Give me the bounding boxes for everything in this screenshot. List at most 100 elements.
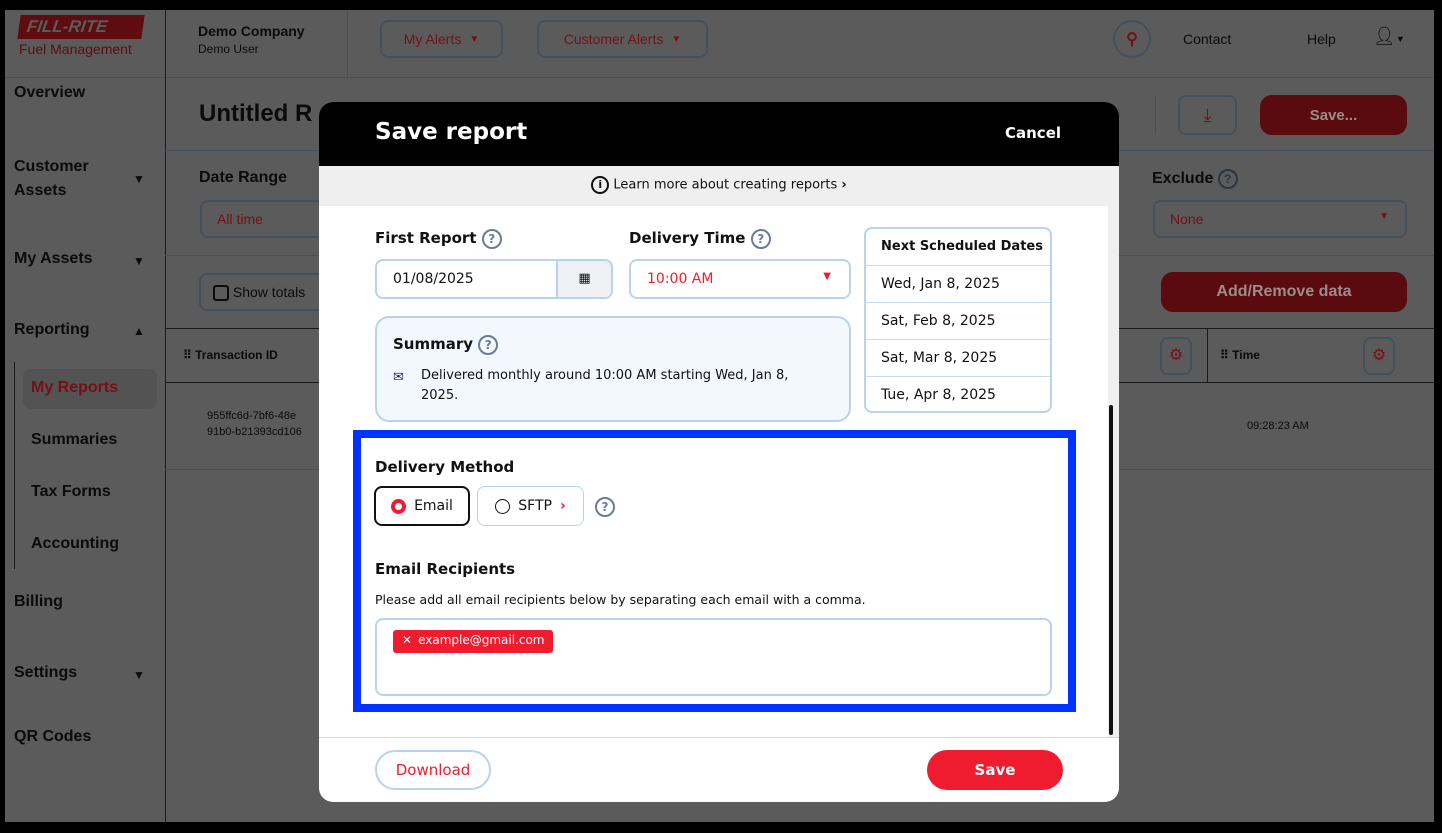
next-dates-header: Next Scheduled Dates: [881, 239, 1043, 254]
contact-link[interactable]: Contact: [1183, 31, 1231, 47]
modal-footer-divider: [319, 737, 1119, 738]
summary-text: Delivered monthly around 10:00 AM starti…: [421, 368, 789, 403]
email-recipients-help: Please add all email recipients below by…: [375, 592, 866, 607]
sidebar-item-my-reports[interactable]: My Reports: [31, 379, 118, 397]
save-report-button[interactable]: Save...: [1260, 95, 1407, 135]
logo-top: FILL-RITE: [17, 15, 145, 39]
info-icon: i: [591, 176, 610, 194]
my-alerts-dropdown[interactable]: My Alerts ▼: [380, 20, 503, 58]
cancel-button[interactable]: Cancel: [1005, 124, 1061, 142]
gear-icon: ⚙: [1168, 347, 1184, 364]
help-link[interactable]: Help: [1307, 31, 1336, 47]
column-divider: [1207, 328, 1208, 383]
drag-handle-icon: ⠿: [1220, 348, 1233, 362]
email-recipients-label: Email Recipients: [375, 560, 516, 578]
email-method-option[interactable]: Email: [374, 486, 470, 526]
sidebar-item-qr-codes[interactable]: QR Codes: [14, 728, 91, 746]
gear-icon: ⚙: [1371, 347, 1387, 364]
help-icon[interactable]: ?: [481, 229, 502, 249]
customer-alerts-dropdown[interactable]: Customer Alerts ▼: [537, 20, 708, 58]
sidebar-item-accounting[interactable]: Accounting: [31, 535, 119, 553]
delivery-time-select[interactable]: 10:00 AM ▼: [629, 259, 851, 299]
checkbox[interactable]: [213, 285, 229, 302]
radio-selected: [391, 498, 407, 514]
help-icon[interactable]: ?: [750, 229, 771, 249]
sidebar-item-reporting[interactable]: Reporting: [14, 321, 90, 339]
show-totals-label: Show totals: [232, 284, 306, 300]
search-icon: ⚲: [1126, 31, 1138, 48]
customer-alerts-label: Customer Alerts: [563, 31, 664, 47]
logo[interactable]: FILL-RITE Fuel Management: [17, 15, 145, 57]
user-name: Demo User: [198, 42, 259, 56]
logo-bottom: Fuel Management: [19, 41, 132, 57]
sidebar-item-summaries[interactable]: Summaries: [31, 431, 117, 449]
column-time[interactable]: ⠿ Time: [1220, 348, 1260, 362]
download-button[interactable]: Download: [375, 750, 491, 790]
modal-title: Save report: [375, 119, 528, 145]
summary-label: Summary ?: [393, 335, 499, 355]
search-button[interactable]: ⚲: [1113, 20, 1151, 58]
help-icon[interactable]: ?: [1217, 169, 1238, 189]
chevron-down-icon: ▼: [823, 271, 831, 282]
download-icon: ⤓: [1203, 105, 1212, 125]
submenu-line: [14, 362, 15, 569]
remove-recipient-icon[interactable]: ✕: [402, 633, 412, 647]
sidebar-item-customer-assets[interactable]: Customer Assets: [14, 155, 104, 203]
user-icon: 👤︎: [1373, 26, 1396, 46]
chevron-down-icon: ▼: [133, 172, 145, 186]
scheduled-date: Wed, Jan 8, 2025: [866, 265, 1050, 302]
scheduled-date: Tue, Apr 8, 2025: [866, 376, 1050, 411]
exclude-value: None: [1170, 211, 1204, 227]
delivery-method-label: Delivery Method: [375, 458, 515, 476]
email-recipients-input[interactable]: ✕ example@gmail.com: [375, 618, 1052, 696]
delivery-time-label: Delivery Time ?: [629, 229, 771, 249]
save-button[interactable]: Save: [927, 750, 1063, 790]
download-icon-button[interactable]: ⤓: [1178, 95, 1237, 135]
chevron-down-icon: ▼: [469, 33, 480, 45]
sidebar-item-tax-forms[interactable]: Tax Forms: [31, 483, 111, 501]
company-name: Demo Company: [198, 23, 305, 39]
chevron-down-icon: ▼: [1379, 211, 1389, 222]
column-settings-button[interactable]: ⚙: [1160, 337, 1192, 375]
sftp-method-option[interactable]: SFTP ›: [477, 486, 584, 526]
sidebar-item-settings[interactable]: Settings: [14, 664, 77, 682]
scheduled-date: Sat, Feb 8, 2025: [866, 302, 1050, 339]
sidebar-item-overview[interactable]: Overview: [14, 84, 85, 102]
chevron-down-icon: ▼: [671, 33, 682, 45]
header-divider: [347, 10, 348, 78]
table-cell-time: 09:28:23 AM: [1247, 420, 1309, 432]
chevron-right-icon: ›: [841, 177, 847, 193]
user-menu[interactable]: 👤︎▼: [1373, 26, 1405, 47]
exclude-select[interactable]: None ▼: [1153, 200, 1407, 238]
my-alerts-label: My Alerts: [403, 31, 462, 47]
column-transaction-id[interactable]: ⠿ Transaction ID: [183, 348, 278, 362]
toolbar-divider: [1155, 96, 1156, 134]
first-report-input[interactable]: 01/08/2025 ▦: [375, 259, 613, 299]
save-report-modal: Save report Cancel i Learn more about cr…: [319, 102, 1119, 802]
chevron-down-icon: ▼: [1395, 34, 1405, 44]
chevron-up-icon: ▲: [133, 324, 145, 338]
scrollbar-thumb[interactable]: [1109, 405, 1113, 735]
help-icon[interactable]: ?: [478, 335, 499, 355]
next-scheduled-dates: Next Scheduled Dates Wed, Jan 8, 2025 Sa…: [864, 227, 1052, 413]
sidebar-divider: [165, 10, 166, 822]
email-schedule-icon: ✉: [393, 370, 404, 385]
chevron-right-icon: ›: [559, 498, 566, 514]
chevron-down-icon: ▼: [133, 254, 145, 268]
chevron-down-icon: ▼: [133, 668, 145, 682]
radio-unselected: [495, 498, 511, 514]
calendar-icon[interactable]: ▦: [556, 261, 611, 297]
page-title: Untitled R: [199, 100, 313, 127]
table-row: 955ffc6d-7bf6-48e 91b0-b21393cd106: [207, 410, 302, 438]
learn-more-link[interactable]: i Learn more about creating reports ›: [319, 176, 1119, 194]
summary-box: Summary ? ✉ Delivered monthly around 10:…: [375, 316, 851, 422]
help-icon[interactable]: ?: [595, 497, 615, 517]
sidebar-item-billing[interactable]: Billing: [14, 593, 63, 611]
column-settings-button[interactable]: ⚙: [1363, 337, 1395, 375]
recipient-chip: ✕ example@gmail.com: [393, 630, 554, 653]
first-report-label: First Report ?: [375, 229, 502, 249]
add-remove-data-button[interactable]: Add/Remove data: [1161, 272, 1407, 312]
exclude-label: Exclude ?: [1152, 169, 1238, 189]
scheduled-date: Sat, Mar 8, 2025: [866, 339, 1050, 376]
sidebar-item-my-assets[interactable]: My Assets: [14, 250, 93, 268]
